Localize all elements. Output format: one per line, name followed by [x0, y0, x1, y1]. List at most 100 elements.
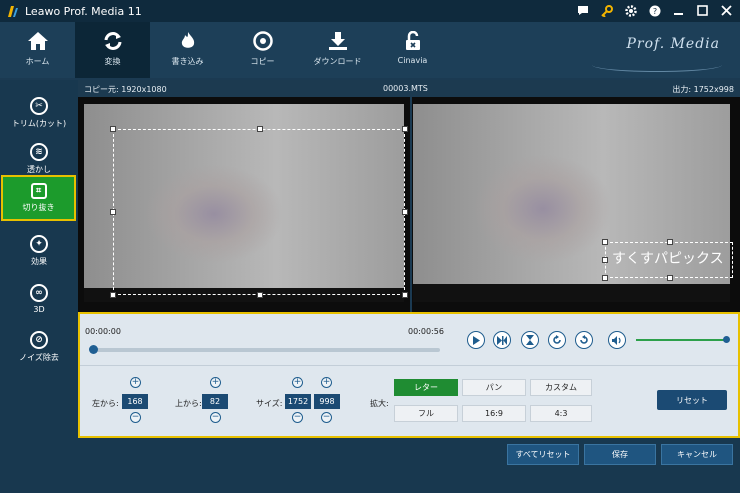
help-icon[interactable]: ? [647, 3, 662, 18]
sidebar-item-crop[interactable]: ⌗ 切り抜き [1, 175, 76, 221]
timeline-knob[interactable] [89, 345, 98, 354]
left-increase-button[interactable]: + [130, 377, 141, 388]
download-icon [328, 32, 347, 50]
watermark-handle[interactable] [602, 275, 608, 281]
nav-burn[interactable]: 書き込み [150, 22, 225, 78]
zoom-option-16-9[interactable]: 16:9 [462, 405, 526, 422]
zoom-option-pan[interactable]: パン [462, 379, 526, 396]
height-decrease-button[interactable]: − [321, 412, 332, 423]
watermark-handle[interactable] [602, 239, 608, 245]
crop-handle[interactable] [257, 126, 263, 132]
nav-convert[interactable]: 変換 [75, 22, 150, 78]
brand-logo: Prof. Media [626, 36, 720, 52]
play-button[interactable] [467, 331, 485, 349]
gear-icon[interactable] [623, 3, 638, 18]
watermark-handle[interactable] [667, 275, 673, 281]
hourglass-icon [526, 335, 534, 345]
current-time: 00:00:00 [85, 327, 121, 336]
sidebar-item-3d[interactable]: ∞ 3D [0, 276, 78, 322]
zoom-option-full[interactable]: フル [394, 405, 458, 422]
minimize-icon[interactable] [671, 3, 686, 18]
app-window: { "window": {"title": "Leawo Prof. Media… [0, 0, 740, 493]
volume-knob[interactable] [723, 336, 730, 343]
nav-copy[interactable]: コピー [225, 22, 300, 78]
info-bar: コピー元: 1920x1080 00003.MTS 出力: 1752x998 [78, 80, 740, 97]
crop-handle[interactable] [110, 209, 116, 215]
app-logo-icon [6, 4, 20, 18]
lock-icon [405, 31, 420, 50]
width-decrease-button[interactable]: − [292, 412, 303, 423]
home-icon [27, 32, 48, 50]
nav-cinavia-label: Cinavia [397, 56, 428, 65]
crop-handle[interactable] [402, 126, 408, 132]
zoom-option-letterbox[interactable]: レター [394, 379, 458, 396]
zoom-option-4-3[interactable]: 4:3 [530, 405, 592, 422]
sidebar-item-effect[interactable]: ✦ 効果 [0, 228, 78, 274]
sidebar-item-denoise[interactable]: ⊘ ノイズ除去 [0, 324, 78, 370]
nav-download[interactable]: ダウンロード [300, 22, 375, 78]
save-button[interactable]: 保存 [584, 444, 656, 465]
nav-cinavia[interactable]: Cinavia [375, 22, 450, 78]
cancel-button[interactable]: キャンセル [661, 444, 733, 465]
hourglass-button[interactable] [521, 331, 539, 349]
top-value[interactable]: 82 [202, 394, 228, 409]
sidebar-item-label: 効果 [31, 257, 47, 266]
height-increase-button[interactable]: + [321, 377, 332, 388]
height-value[interactable]: 998 [314, 394, 340, 409]
effect-icon: ✦ [30, 235, 48, 253]
source-preview[interactable] [78, 97, 410, 312]
crop-handle[interactable] [402, 209, 408, 215]
main-nav: ホーム 変換 書き込み コピー ダウンロード Cinavia Prof. Med… [0, 22, 740, 78]
crop-frame[interactable] [110, 126, 408, 298]
burn-icon [181, 32, 194, 48]
zoom-label: 拡大: [370, 399, 389, 408]
denoise-icon: ⊘ [30, 331, 48, 349]
play-icon [473, 335, 480, 345]
key-icon[interactable] [599, 3, 614, 18]
crop-handle[interactable] [110, 126, 116, 132]
trim-icon: ✂ [30, 97, 48, 115]
title-bar: Leawo Prof. Media 11 ? [0, 0, 740, 22]
close-icon[interactable] [719, 3, 734, 18]
width-value[interactable]: 1752 [285, 394, 311, 409]
output-resolution: 出力: 1752x998 [672, 85, 734, 94]
sidebar-item-label: ノイズ除去 [19, 353, 59, 362]
brand-swoosh [592, 58, 722, 72]
timeline-track[interactable] [94, 348, 440, 352]
sidebar-item-label: トリム(カット) [11, 119, 67, 128]
nav-home[interactable]: ホーム [0, 22, 75, 78]
width-increase-button[interactable]: + [292, 377, 303, 388]
volume-button[interactable] [608, 331, 626, 349]
convert-icon [104, 32, 121, 50]
reset-button[interactable]: リセット [657, 390, 727, 410]
crop-handle[interactable] [110, 292, 116, 298]
next-frame-button[interactable] [493, 331, 511, 349]
crop-handle[interactable] [402, 292, 408, 298]
left-decrease-button[interactable]: − [130, 412, 141, 423]
copy-icon [252, 31, 273, 51]
top-label: 上から: [175, 399, 202, 408]
rotate-left-button[interactable] [575, 331, 593, 349]
watermark-handle[interactable] [667, 239, 673, 245]
sidebar-item-label: 切り抜き [22, 203, 55, 212]
step-frame-icon [497, 335, 507, 345]
nav-download-label: ダウンロード [313, 57, 362, 66]
watermark-text: すくすパピックス [612, 251, 724, 267]
nav-home-label: ホーム [25, 57, 50, 66]
left-value[interactable]: 168 [122, 394, 148, 409]
rotate-right-button[interactable] [548, 331, 566, 349]
sidebar-item-trim[interactable]: ✂ トリム(カット) [0, 90, 78, 136]
crop-handle[interactable] [257, 292, 263, 298]
maximize-icon[interactable] [695, 3, 710, 18]
volume-slider[interactable] [636, 339, 728, 341]
top-increase-button[interactable]: + [210, 377, 221, 388]
top-decrease-button[interactable]: − [210, 412, 221, 423]
watermark-icon: ≋ [30, 143, 48, 161]
zoom-option-custom[interactable]: カスタム [530, 379, 592, 396]
reset-all-button[interactable]: すべてリセット [507, 444, 579, 465]
chat-icon[interactable] [575, 3, 590, 18]
nav-burn-label: 書き込み [171, 57, 204, 66]
file-name: 00003.MTS [383, 84, 428, 93]
watermark-handle[interactable] [602, 257, 608, 263]
output-preview: すくすパピックス [412, 97, 740, 312]
